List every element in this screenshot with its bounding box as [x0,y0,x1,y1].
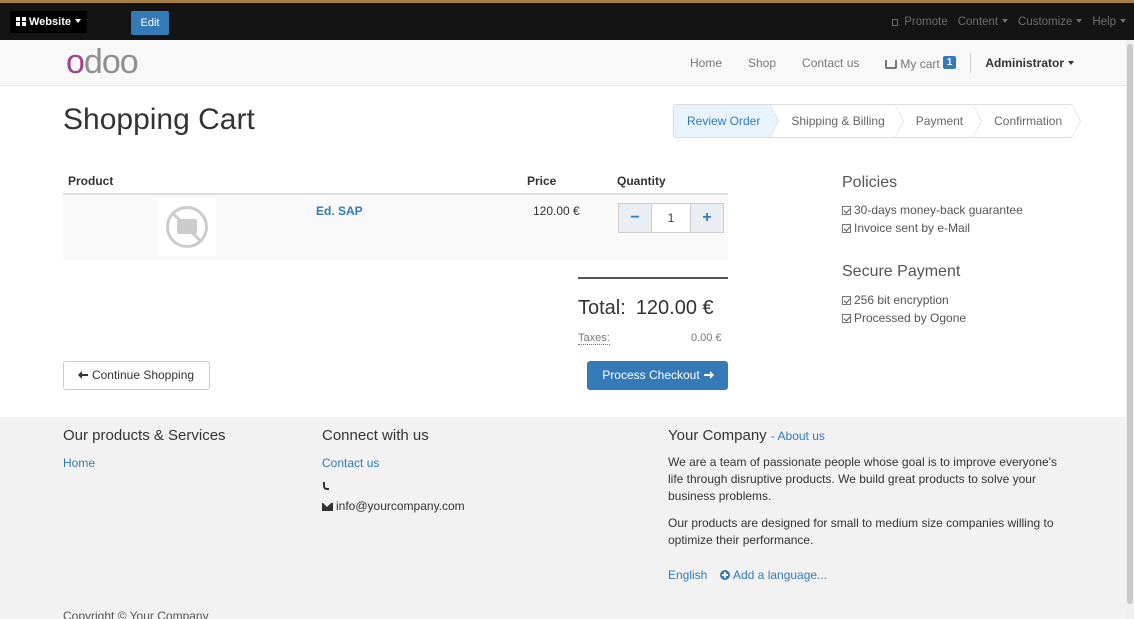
cart-label: My cart [900,56,940,71]
increase-quantity-button[interactable]: + [691,204,723,232]
edit-button[interactable]: Edit [131,11,169,35]
secure-payment-title: Secure Payment [842,263,961,280]
add-language-link[interactable]: Add a language... [720,568,827,582]
footer-home-link[interactable]: Home [63,456,95,470]
user-menu[interactable]: Administrator [985,56,1074,70]
step-shipping-billing[interactable]: Shipping & Billing [770,104,905,138]
header-product: Product [68,174,114,188]
policies-title: Policies [842,174,898,191]
envelope-icon [322,503,333,511]
about-paragraph-2: Our products are designed for small to m… [668,516,1054,547]
checkbox-icon [842,314,851,323]
help-menu[interactable]: Help [1092,16,1126,28]
site-logo[interactable]: o doo [66,43,139,81]
continue-shopping-label: Continue Shopping [91,368,195,382]
cart-count-badge: 1 [942,55,957,69]
policy-item: Invoice sent by e-Mail [842,221,970,235]
nav-links: Home Shop Contact us My cart 1 Administra… [664,40,1074,86]
promote-icon [892,19,899,26]
promote-label: Promote [904,16,948,28]
about-us-link[interactable]: - About us [771,429,825,443]
chevron-down-icon [74,19,81,23]
arrow-right-icon [703,371,714,379]
nav-home[interactable]: Home [690,56,722,70]
quantity-stepper: − 1 + [618,203,724,233]
taxes-value: 0.00 € [691,332,722,344]
arrow-left-icon [77,371,88,379]
footer-email-text: info@yourcompany.com [336,499,465,513]
footer-connect-title: Connect with us [322,427,429,444]
page-title: Shopping Cart [63,103,255,136]
copyright: Copyright © Your Company [63,609,209,619]
add-language-label: Add a language... [733,568,828,582]
payment-item: Processed by Ogone [842,311,966,325]
about-paragraph-1: We are a team of passionate people whose… [668,455,1057,503]
main-navbar: o doo Home Shop Contact us My cart 1 Admin… [0,40,1134,86]
user-name: Administrator [985,56,1064,70]
site-footer: Our products & Services Home Connect wit… [0,417,1134,619]
payment-text: Processed by Ogone [854,311,967,325]
header-price: Price [527,174,557,188]
quantity-input[interactable]: 1 [651,204,691,232]
cart-icon [885,59,898,69]
footer-products-title: Our products & Services [63,427,226,444]
footer-company-title: Your Company - About us [668,427,825,444]
nav-cart[interactable]: My cart 1 [885,55,957,71]
total-label: Total: [578,297,626,319]
admin-bar-menus: Promote Content Customize Help [892,16,1126,28]
product-price: 120.00 € [533,204,580,218]
company-name: Your Company [668,427,767,444]
chevron-down-icon [1120,19,1126,23]
nav-shop[interactable]: Shop [748,56,776,70]
continue-shopping-button[interactable]: Continue Shopping [63,361,210,390]
step-payment[interactable]: Payment [894,104,983,138]
website-menu[interactable]: Website [10,11,87,33]
promote-menu[interactable]: Promote [892,16,948,28]
footer-email[interactable]: info@yourcompany.com [322,498,465,515]
nav-separator [970,53,972,73]
decrease-quantity-button[interactable]: − [619,204,651,232]
checkbox-icon [842,296,851,305]
checkbox-icon [842,224,851,233]
process-checkout-label: Process Checkout [602,368,700,382]
taxes-label: Taxes: [578,332,610,345]
content-label: Content [957,16,999,28]
process-checkout-button[interactable]: Process Checkout [587,361,728,390]
admin-bar: Website Edit Promote Content Customize H… [0,0,1134,40]
apps-grid-icon [16,17,26,26]
step-review-order[interactable]: Review Order [673,104,780,138]
policy-text: 30-days money-back guarantee [854,203,1023,217]
product-name-link[interactable]: Ed. SAP [316,204,363,218]
help-label: Help [1092,16,1116,28]
payment-item: 256 bit encryption [842,293,949,307]
website-menu-label: Website [29,16,71,28]
total-value: 120.00 € [635,297,714,319]
table-row: Ed. SAP 120.00 € − 1 + [63,195,728,260]
checkout-steps: Review Order Shipping & Billing Payment … [673,104,1082,138]
language-english-link[interactable]: English [668,568,707,582]
customize-label: Customize [1018,16,1073,28]
header-quantity: Quantity [617,174,666,188]
total-divider [578,277,728,279]
product-image[interactable] [158,198,216,256]
customize-menu[interactable]: Customize [1018,16,1083,28]
policy-text: Invoice sent by e-Mail [854,221,971,235]
phone-icon [323,482,329,490]
chevron-down-icon [1076,19,1083,23]
step-confirmation[interactable]: Confirmation [973,104,1082,138]
content-menu[interactable]: Content [957,16,1009,28]
scrollbar-thumb[interactable] [1127,44,1133,604]
payment-text: 256 bit encryption [854,293,949,307]
chevron-down-icon [1002,19,1009,23]
plus-circle-icon [720,570,730,580]
checkbox-icon [842,206,851,215]
page-scrollbar[interactable] [1126,40,1134,619]
nav-contact[interactable]: Contact us [802,56,859,70]
chevron-down-icon [1068,61,1074,65]
order-total: Total: 120.00 € [578,297,714,320]
footer-contact-link[interactable]: Contact us [322,456,379,470]
policy-item: 30-days money-back guarantee [842,203,1023,217]
